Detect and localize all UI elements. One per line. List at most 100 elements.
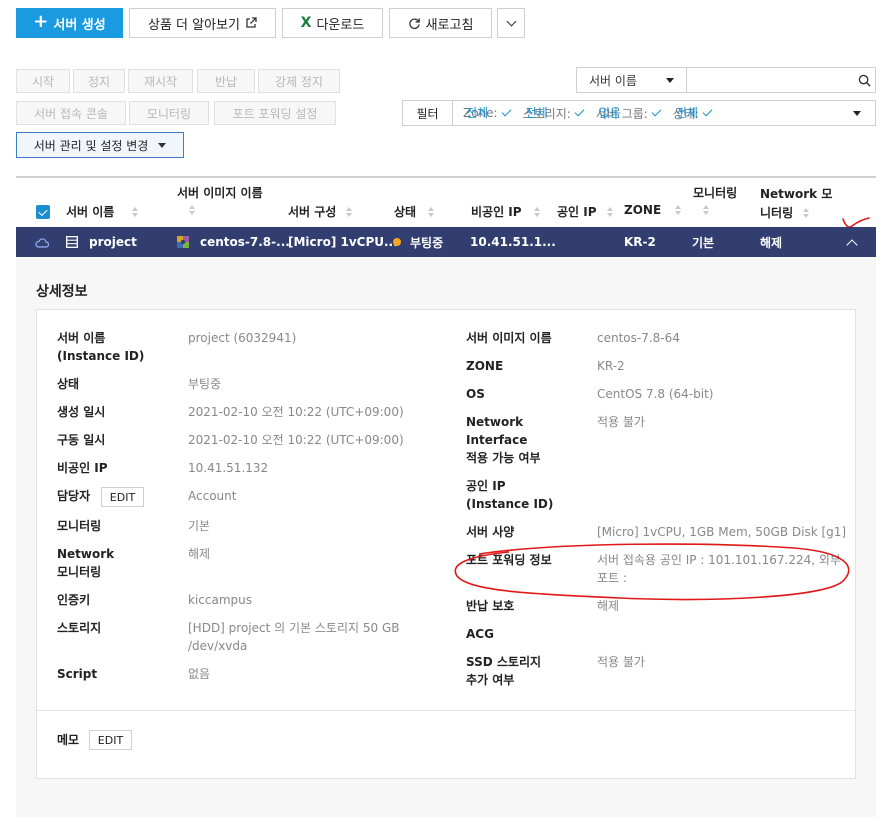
port-forward-button[interactable]: 포트 포워딩 설정	[214, 101, 336, 125]
start-button[interactable]: 시작	[16, 69, 70, 93]
row-zone: KR-2	[624, 235, 656, 249]
detail-public-ip-label-2: (Instance ID)	[466, 497, 554, 511]
detail-zone-value: KR-2	[597, 359, 625, 373]
sort-icon	[428, 206, 435, 217]
sort-icon	[533, 206, 540, 217]
filter-group-value: 없음	[598, 106, 621, 120]
search-input[interactable]	[687, 68, 854, 92]
col-header-net-monitoring-label-1: Network 모	[760, 187, 833, 201]
detail-name-label-2: (Instance ID)	[57, 349, 145, 363]
detail-key-label: 인증키	[57, 593, 91, 607]
col-header-status[interactable]: 상태	[394, 203, 435, 220]
col-header-spec[interactable]: 서버 구성	[288, 203, 353, 220]
detail-run-label: 구동 일시	[57, 433, 106, 447]
monitoring-button[interactable]: 모니터링	[129, 101, 209, 125]
filter-dropdown-toggle[interactable]	[853, 110, 861, 116]
check-icon	[574, 106, 585, 117]
learn-more-label: 상품 더 알아보기	[148, 17, 240, 33]
sort-icon	[132, 206, 139, 217]
check-icon	[651, 106, 662, 117]
server-manage-button[interactable]: 서버 관리 및 설정 변경	[16, 132, 184, 158]
detail-name-label: 서버 이름 (Instance ID)	[57, 329, 144, 365]
col-header-zone[interactable]: ZONE	[624, 203, 682, 217]
refresh-button[interactable]: 새로고침	[389, 8, 492, 38]
col-header-net-monitoring[interactable]: Network 모 니터링	[760, 185, 832, 221]
return-button[interactable]: 반납	[197, 69, 255, 93]
col-header-status-label: 상태	[394, 205, 417, 219]
collapse-row-button[interactable]	[844, 235, 860, 251]
detail-zone-label: ZONE	[466, 359, 504, 373]
filter-zone-value: 전체	[466, 106, 489, 120]
row-spec: [Micro] 1vCPU...	[288, 235, 398, 249]
row-private-ip: 10.41.51.1...	[470, 235, 556, 249]
col-header-name[interactable]: 서버 이름	[66, 203, 139, 220]
filter-storage-value: 전체	[525, 106, 548, 120]
col-header-zone-label: ZONE	[624, 203, 662, 217]
check-icon	[501, 106, 512, 117]
external-link-icon	[246, 17, 257, 28]
sort-icon	[346, 206, 353, 217]
row-image: centos-7.8-...	[200, 235, 290, 249]
filter-status[interactable]: 상태: 전체	[673, 105, 714, 122]
filter-group[interactable]: 서버 그룹: 없음	[596, 105, 663, 122]
row-net-monitoring: 해제	[760, 235, 783, 250]
detail-panel: 상세정보 서버 이름 (Instance ID) project (603294…	[16, 257, 876, 817]
owner-edit-button[interactable]: EDIT	[101, 487, 144, 507]
detail-net-interface-label: Network Interface 적용 가능 여부	[466, 413, 541, 467]
detail-status-label: 상태	[57, 377, 80, 391]
search-field-label: 서버 이름	[589, 73, 637, 88]
filter-bar: 필터 Zone: 전체 스토리지: 전체 서버 그룹: 없음 상태: 전체	[402, 100, 876, 126]
server-icon	[66, 236, 78, 248]
col-header-private-ip[interactable]: 비공인 IP	[471, 203, 540, 220]
detail-public-ip-label-1: 공인 IP	[466, 479, 506, 493]
detail-acg-label: ACG	[466, 627, 494, 641]
detail-run-value: 2021-02-10 오전 10:22 (UTC+09:00)	[188, 433, 404, 447]
cloud-icon	[35, 238, 49, 248]
detail-net-interface-label-1: Network	[466, 415, 524, 429]
detail-image-value: centos-7.8-64	[597, 331, 680, 345]
detail-net-interface-value: 적용 불가	[597, 415, 645, 429]
filter-storage[interactable]: 스토리지: 전체	[523, 105, 586, 122]
memo-edit-button[interactable]: EDIT	[89, 730, 132, 750]
status-dot-icon	[393, 238, 401, 246]
table-row-selected[interactable]: project centos-7.8-... [Micro] 1vCPU... …	[16, 227, 876, 257]
detail-title: 상세정보	[36, 284, 88, 300]
detail-private-ip-label: 비공인 IP	[57, 461, 108, 475]
col-header-public-ip[interactable]: 공인 IP	[557, 203, 613, 220]
filter-label: 필터	[403, 101, 453, 125]
select-all-checkbox[interactable]	[36, 205, 50, 219]
create-server-button[interactable]: + 서버 생성	[16, 8, 123, 38]
row-monitoring: 기본	[692, 235, 715, 250]
detail-owner-label: 담당자	[57, 489, 91, 503]
detail-card: 서버 이름 (Instance ID) project (6032941) 상태…	[36, 309, 856, 779]
stop-button[interactable]: 정지	[73, 69, 125, 93]
detail-ssd-label-2: 추가 여부	[466, 673, 515, 687]
detail-image-label: 서버 이미지 이름	[466, 331, 552, 345]
detail-ssd-value: 적용 불가	[597, 655, 645, 669]
detail-name-value: project (6032941)	[188, 331, 297, 345]
detail-script-label: Script	[57, 667, 98, 681]
restart-button[interactable]: 재시작	[128, 69, 193, 93]
caret-down-icon	[666, 77, 675, 83]
force-stop-button[interactable]: 강제 정지	[258, 69, 340, 93]
col-header-monitoring[interactable]: 모니터링	[693, 184, 737, 215]
check-icon	[702, 106, 713, 117]
detail-net-monitoring-label-1: Network	[57, 547, 115, 561]
detail-storage-value: [HDD] project 의 기본 스토리지 50 GB /dev/xvda	[188, 619, 399, 655]
filter-zone[interactable]: Zone: 전체	[463, 106, 513, 120]
col-header-image[interactable]: 서버 이미지 이름	[177, 184, 263, 215]
learn-more-button[interactable]: 상품 더 알아보기	[129, 8, 276, 38]
console-button[interactable]: 서버 접속 콘솔	[16, 101, 126, 125]
search-button[interactable]	[853, 68, 875, 92]
create-server-label: 서버 생성	[53, 17, 106, 33]
detail-monitoring-label: 모니터링	[57, 519, 102, 533]
more-dropdown-button[interactable]	[497, 8, 525, 38]
search-field-select[interactable]: 서버 이름	[577, 68, 688, 92]
col-header-spec-label: 서버 구성	[288, 205, 337, 219]
red-annotation-circle	[454, 543, 850, 601]
row-name: project	[89, 235, 137, 249]
download-button[interactable]: X 다운로드	[282, 8, 383, 38]
filter-status-value: 전체	[675, 106, 698, 120]
detail-ssd-label-1: SSD 스토리지	[466, 655, 542, 669]
plus-icon: +	[33, 11, 49, 32]
